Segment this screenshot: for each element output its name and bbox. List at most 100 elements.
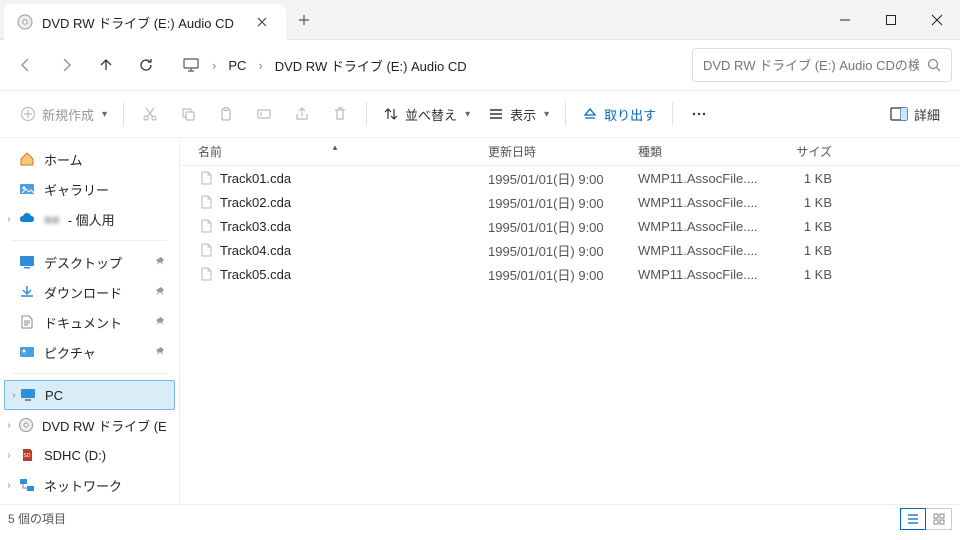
- desktop-icon: [18, 253, 36, 271]
- view-label: 表示: [510, 105, 536, 124]
- sidebar-label: ホーム: [44, 150, 83, 169]
- new-tab-button[interactable]: [286, 0, 322, 39]
- column-date[interactable]: 更新日時: [480, 143, 630, 160]
- separator: [672, 102, 673, 126]
- file-icon: [198, 194, 214, 210]
- tab-title: DVD RW ドライブ (E:) Audio CD: [42, 13, 234, 32]
- sidebar-label: DVD RW ドライブ (E:) A: [42, 416, 167, 435]
- file-size: 1 KB: [760, 171, 840, 186]
- sidebar-item-home[interactable]: ホーム: [0, 144, 179, 174]
- file-date: 1995/01/01(日) 9:00: [480, 169, 630, 188]
- share-button[interactable]: [284, 97, 320, 131]
- separator: [565, 102, 566, 126]
- breadcrumb-pc[interactable]: PC: [222, 54, 252, 77]
- icons-view-toggle[interactable]: [926, 508, 952, 530]
- separator: [12, 373, 167, 374]
- sidebar-item-desktop[interactable]: デスクトップ: [0, 247, 179, 277]
- file-size: 1 KB: [760, 219, 840, 234]
- file-size: 1 KB: [760, 243, 840, 258]
- file-type: WMP11.AssocFile....: [630, 219, 760, 234]
- search-icon[interactable]: [927, 58, 941, 72]
- delete-button[interactable]: [322, 97, 358, 131]
- paste-button[interactable]: [208, 97, 244, 131]
- expand-icon[interactable]: ›: [2, 420, 16, 431]
- separator: [366, 102, 367, 126]
- rename-button[interactable]: [246, 97, 282, 131]
- sidebar-item-documents[interactable]: ドキュメント: [0, 307, 179, 337]
- pin-icon: [155, 316, 167, 328]
- sidebar-label: ダウンロード: [44, 283, 122, 302]
- sidebar-item-sdhc[interactable]: › SD SDHC (D:): [0, 440, 179, 470]
- file-row[interactable]: Track03.cda 1995/01/01(日) 9:00 WMP11.Ass…: [180, 214, 960, 238]
- forward-button[interactable]: [48, 47, 84, 83]
- close-button[interactable]: [914, 0, 960, 39]
- search-box[interactable]: [692, 48, 952, 82]
- sidebar-item-downloads[interactable]: ダウンロード: [0, 277, 179, 307]
- sd-card-icon: SD: [18, 446, 36, 464]
- file-icon: [198, 242, 214, 258]
- file-row[interactable]: Track01.cda 1995/01/01(日) 9:00 WMP11.Ass…: [180, 166, 960, 190]
- file-date: 1995/01/01(日) 9:00: [480, 193, 630, 212]
- cd-icon: [16, 13, 34, 31]
- expand-icon[interactable]: ›: [2, 480, 16, 491]
- cloud-icon: [18, 210, 36, 228]
- file-type: WMP11.AssocFile....: [630, 171, 760, 186]
- details-pane-button[interactable]: 詳細: [882, 97, 948, 131]
- file-row[interactable]: Track04.cda 1995/01/01(日) 9:00 WMP11.Ass…: [180, 238, 960, 262]
- toolbar: 新規作成 ▾ 並べ替え ▾ 表示 ▾ 取り出す 詳細: [0, 90, 960, 138]
- pc-icon[interactable]: [176, 52, 206, 78]
- eject-label: 取り出す: [604, 105, 656, 124]
- file-list: Track01.cda 1995/01/01(日) 9:00 WMP11.Ass…: [180, 166, 960, 286]
- breadcrumb: › PC › DVD RW ドライブ (E:) Audio CD: [168, 47, 688, 83]
- statusbar: 5 個の項目: [0, 504, 960, 532]
- column-type[interactable]: 種類: [630, 143, 760, 160]
- file-row[interactable]: Track05.cda 1995/01/01(日) 9:00 WMP11.Ass…: [180, 262, 960, 286]
- pin-icon: [155, 346, 167, 358]
- file-type: WMP11.AssocFile....: [630, 243, 760, 258]
- eject-button[interactable]: 取り出す: [574, 97, 664, 131]
- svg-text:SD: SD: [24, 453, 31, 459]
- sidebar-item-onedrive-personal[interactable]: › ■■ - 個人用: [0, 204, 179, 234]
- maximize-button[interactable]: [868, 0, 914, 39]
- chevron-right-icon[interactable]: ›: [210, 58, 218, 73]
- cut-button[interactable]: [132, 97, 168, 131]
- browser-tab[interactable]: DVD RW ドライブ (E:) Audio CD: [4, 4, 286, 40]
- file-name: Track01.cda: [220, 171, 291, 186]
- cd-icon: [18, 416, 34, 434]
- column-size[interactable]: サイズ: [760, 143, 840, 160]
- chevron-right-icon[interactable]: ›: [256, 58, 264, 73]
- column-name[interactable]: ▴名前: [190, 143, 480, 160]
- breadcrumb-current[interactable]: DVD RW ドライブ (E:) Audio CD: [269, 52, 473, 79]
- chevron-down-icon: ▾: [544, 109, 549, 120]
- tab-close-button[interactable]: [250, 10, 274, 34]
- sidebar-item-gallery[interactable]: ギャラリー: [0, 174, 179, 204]
- expand-icon[interactable]: ›: [2, 450, 16, 461]
- file-row[interactable]: Track02.cda 1995/01/01(日) 9:00 WMP11.Ass…: [180, 190, 960, 214]
- sidebar-item-pc[interactable]: › PC: [4, 380, 175, 410]
- details-view-toggle[interactable]: [900, 508, 926, 530]
- copy-button[interactable]: [170, 97, 206, 131]
- sort-indicator-icon: ▴: [333, 142, 338, 153]
- sort-button[interactable]: 並べ替え ▾: [375, 97, 478, 131]
- sidebar-item-dvd[interactable]: › DVD RW ドライブ (E:) A: [0, 410, 179, 440]
- expand-icon[interactable]: ›: [2, 214, 16, 225]
- new-button[interactable]: 新規作成 ▾: [12, 97, 115, 131]
- more-button[interactable]: [681, 97, 717, 131]
- navbar: › PC › DVD RW ドライブ (E:) Audio CD: [0, 40, 960, 90]
- up-button[interactable]: [88, 47, 124, 83]
- home-icon: [18, 150, 36, 168]
- minimize-button[interactable]: [822, 0, 868, 39]
- file-type: WMP11.AssocFile....: [630, 267, 760, 282]
- details-label: 詳細: [914, 105, 940, 124]
- sidebar-item-pictures[interactable]: ピクチャ: [0, 337, 179, 367]
- back-button[interactable]: [8, 47, 44, 83]
- sidebar-label: ドキュメント: [44, 313, 122, 332]
- downloads-icon: [18, 283, 36, 301]
- expand-icon[interactable]: ›: [7, 390, 21, 401]
- refresh-button[interactable]: [128, 47, 164, 83]
- search-input[interactable]: [703, 58, 919, 73]
- view-button[interactable]: 表示 ▾: [480, 97, 557, 131]
- sidebar-label: PC: [45, 388, 63, 403]
- file-date: 1995/01/01(日) 9:00: [480, 217, 630, 236]
- sidebar-item-network[interactable]: › ネットワーク: [0, 470, 179, 500]
